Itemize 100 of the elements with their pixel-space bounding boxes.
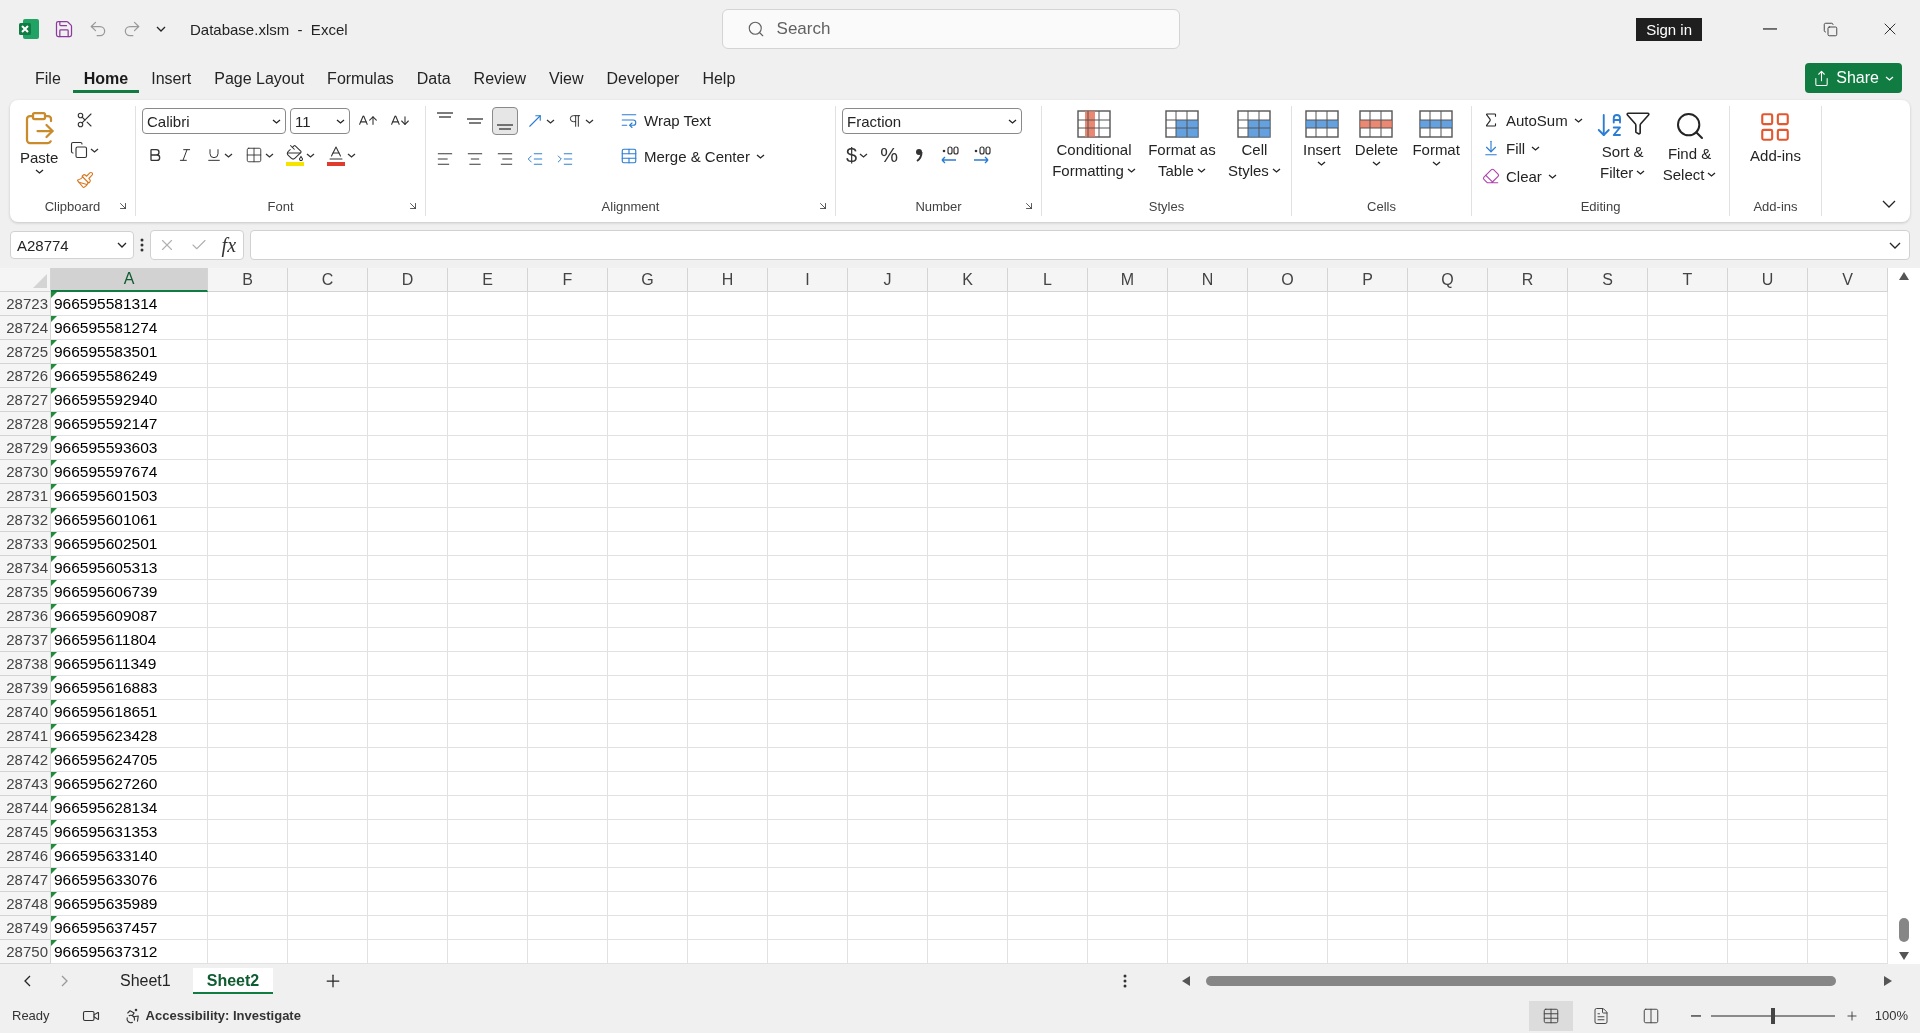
table-cell: 966595592940 xyxy=(51,388,208,412)
decrease-indent-icon xyxy=(526,150,544,168)
row-header[interactable]: 28724 xyxy=(0,316,51,340)
row-header[interactable]: 28726 xyxy=(0,364,51,388)
row-header[interactable]: 28723 xyxy=(0,292,51,316)
row-header[interactable]: 28742 xyxy=(0,748,51,772)
ribbon-tab[interactable]: Home xyxy=(72,63,140,93)
accessibility-status[interactable]: Accessibility: Investigate xyxy=(145,1008,301,1023)
row-header[interactable]: 28735 xyxy=(0,580,51,604)
ribbon-tab[interactable]: Data xyxy=(405,63,462,93)
conditional-button[interactable]: Conditional Formatting xyxy=(1048,106,1140,180)
chevron-down-icon xyxy=(1372,161,1381,166)
row-header[interactable]: 28750 xyxy=(0,940,51,964)
cellstyles-button[interactable]: Cell Styles xyxy=(1223,106,1285,180)
ribbon-tab[interactable]: Help xyxy=(691,63,747,93)
row-header[interactable]: 28737 xyxy=(0,628,51,652)
sheet-tab[interactable]: Sheet1 xyxy=(106,968,185,994)
ribbon-tab[interactable]: Insert xyxy=(140,63,203,93)
zoom-level[interactable]: 100% xyxy=(1874,1008,1908,1023)
row-header[interactable]: 28739 xyxy=(0,676,51,700)
format-table-icon xyxy=(1164,110,1199,138)
scroll-up-icon[interactable] xyxy=(1899,272,1909,280)
row-header[interactable]: 28734 xyxy=(0,556,51,580)
share-button[interactable]: Share xyxy=(1805,63,1902,93)
ribbon-tab[interactable]: Formulas xyxy=(316,63,405,93)
pilcrow-icon xyxy=(567,113,583,129)
scroll-right-icon[interactable] xyxy=(1884,976,1892,986)
delete-button[interactable]: Delete xyxy=(1350,106,1403,166)
scroll-down-icon[interactable] xyxy=(1899,952,1909,960)
ribbon-tab[interactable]: View xyxy=(538,63,595,93)
row-header[interactable]: 28730 xyxy=(0,460,51,484)
row-header[interactable]: 28729 xyxy=(0,436,51,460)
row-header[interactable]: 28744 xyxy=(0,796,51,820)
previous-sheet-icon xyxy=(24,975,31,987)
row-header[interactable]: 28746 xyxy=(0,844,51,868)
row-header[interactable]: 28741 xyxy=(0,724,51,748)
window-title: Database.xlsm - Excel xyxy=(190,20,348,38)
zoom-out-icon xyxy=(1690,1014,1701,1017)
column-header[interactable]: A xyxy=(51,268,208,292)
group-label: Add-ins xyxy=(1753,198,1798,214)
scroll-thumb[interactable] xyxy=(1206,976,1836,986)
sheet-tab[interactable]: Sheet2 xyxy=(192,968,274,994)
columns-icon xyxy=(1641,1006,1660,1025)
row-header[interactable]: 28743 xyxy=(0,772,51,796)
align-left-icon xyxy=(436,150,454,168)
percent-button[interactable]: % xyxy=(876,141,902,169)
fill-button[interactable]: Fill xyxy=(1478,134,1587,162)
currency-button[interactable]: $ xyxy=(842,141,873,169)
wrap-text-button[interactable]: Wrap Text xyxy=(616,106,769,134)
find-button[interactable]: Find & Select xyxy=(1658,106,1721,184)
chevron-down-icon xyxy=(34,169,44,174)
expand-formula-icon xyxy=(1889,241,1901,249)
bold-icon xyxy=(147,147,163,163)
row-header[interactable]: 28748 xyxy=(0,892,51,916)
row-header[interactable]: 28747 xyxy=(0,868,51,892)
normal-view-button[interactable] xyxy=(1528,1000,1573,1031)
row-header[interactable]: 28740 xyxy=(0,700,51,724)
paste-button[interactable]: Paste xyxy=(16,106,63,174)
font-size-select[interactable]: 11 xyxy=(290,108,350,134)
table-cell: 966595606739 xyxy=(51,580,208,604)
vertical-align-button[interactable] xyxy=(492,107,518,135)
ribbon-tab[interactable]: Developer xyxy=(595,63,691,93)
row-header[interactable]: 28733 xyxy=(0,532,51,556)
row-header[interactable]: 28728 xyxy=(0,412,51,436)
table-cell: 966595618651 xyxy=(51,700,208,724)
merge-cells-icon xyxy=(620,147,638,165)
clear-button[interactable]: Clear xyxy=(1478,162,1587,190)
insert-button[interactable]: Insert xyxy=(1299,106,1345,166)
table-cell: 966595637457 xyxy=(51,916,208,940)
scroll-thumb[interactable] xyxy=(1899,918,1909,942)
sign-in-button[interactable]: Sign in xyxy=(1636,17,1702,41)
chevron-down-icon xyxy=(1531,145,1541,151)
row-header[interactable]: 28749 xyxy=(0,916,51,940)
row-header[interactable]: 28745 xyxy=(0,820,51,844)
autosum-button[interactable]: AutoSum xyxy=(1478,106,1587,134)
table-cell: 966595633076 xyxy=(51,868,208,892)
row-header[interactable]: 28731 xyxy=(0,484,51,508)
row-header[interactable]: 28732 xyxy=(0,508,51,532)
number-format-select[interactable]: Fraction xyxy=(842,108,1022,134)
name-box[interactable]: A28774 xyxy=(10,231,134,259)
zoom-thumb[interactable] xyxy=(1770,1007,1775,1024)
merge-center-button[interactable]: Merge & Center xyxy=(616,142,769,170)
format-button[interactable]: Format xyxy=(1408,106,1464,166)
copy-icon xyxy=(70,141,89,159)
row-header[interactable]: 28725 xyxy=(0,340,51,364)
formula-input[interactable] xyxy=(250,230,1910,260)
row-header[interactable]: 28727 xyxy=(0,388,51,412)
search-field[interactable]: Search xyxy=(721,9,1180,49)
wrap-text-icon xyxy=(620,111,638,129)
ribbon-tab[interactable]: Page Layout xyxy=(203,63,316,93)
row-header[interactable]: 28738 xyxy=(0,652,51,676)
table-button[interactable]: Format as Table xyxy=(1144,106,1220,180)
ribbon-tab[interactable]: File xyxy=(24,63,72,93)
sort-button[interactable]: Sort & Filter xyxy=(1590,106,1655,182)
row-header[interactable]: 28736 xyxy=(0,604,51,628)
font-name-select[interactable]: Calibri xyxy=(142,108,286,134)
ribbon-tab[interactable]: Review xyxy=(462,63,538,93)
insert-function-button[interactable]: fx xyxy=(221,233,237,257)
scroll-left-icon[interactable] xyxy=(1182,976,1190,986)
addins-button[interactable]: Add-ins xyxy=(1746,106,1805,165)
